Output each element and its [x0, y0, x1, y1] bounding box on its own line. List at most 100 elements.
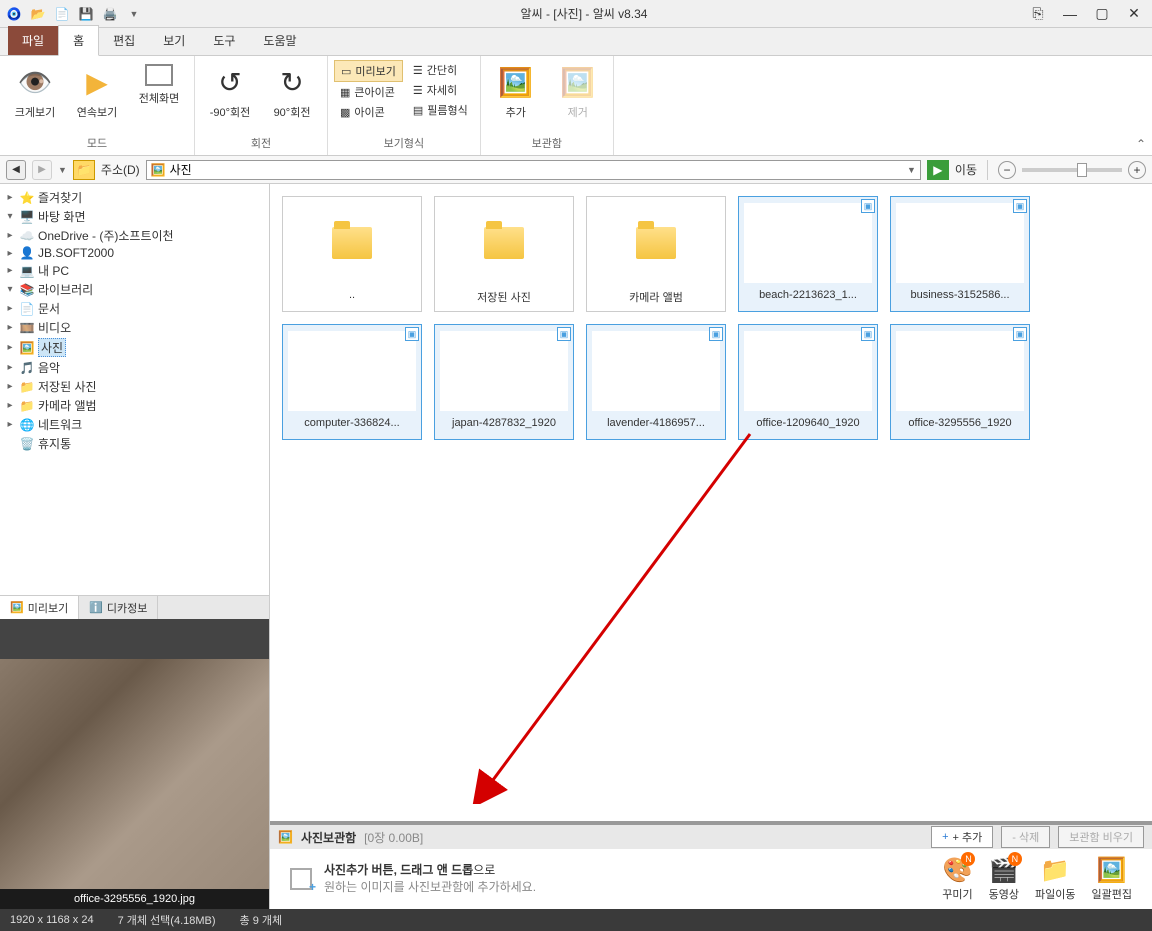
tree-favorites[interactable]: ▸⭐즐겨찾기	[4, 188, 265, 207]
detail-icon: ☰	[413, 84, 423, 97]
basket-icon: 🖼️	[278, 830, 293, 844]
thumb-saved[interactable]: 저장된 사진	[434, 196, 574, 312]
tab-file[interactable]: 파일	[8, 26, 58, 55]
add-image-icon	[290, 868, 312, 890]
info-icon: ℹ️	[89, 601, 103, 614]
address-label: 주소(D)	[101, 161, 140, 178]
left-column: ▸⭐즐겨찾기 ▾🖥️바탕 화면 ▸☁️OneDrive - (주)소프트이천 ▸…	[0, 184, 270, 909]
image-badge-icon: ▣	[405, 327, 419, 341]
tab-tool[interactable]: 도구	[199, 26, 249, 55]
collapse-ribbon-icon[interactable]: ⌃	[1136, 137, 1146, 151]
status-selection: 7 개체 선택(4.18MB)	[118, 912, 216, 928]
view-preview[interactable]: ▭미리보기	[334, 60, 403, 82]
list-icon: ☰	[413, 64, 423, 77]
go-button[interactable]: ▶	[927, 160, 949, 180]
nav-up-button[interactable]: 📁	[73, 160, 95, 180]
view-icon[interactable]: ▩아이콘	[334, 102, 403, 122]
image-badge-icon: ▣	[861, 199, 875, 213]
qat-dropdown-icon[interactable]: ▼	[124, 4, 144, 24]
address-dropdown-icon[interactable]: ▼	[907, 165, 916, 175]
tree-library[interactable]: ▾📚라이브러리	[4, 280, 265, 299]
thumb-beach[interactable]: ▣beach-2213623_1...	[738, 196, 878, 312]
big-view-button[interactable]: 👁️크게보기	[6, 60, 64, 133]
folder-move-icon: 📁	[1041, 856, 1069, 884]
nav-history-dropdown[interactable]: ▼	[58, 165, 67, 175]
image-badge-icon: ▣	[1013, 199, 1027, 213]
zoom-slider-thumb[interactable]	[1077, 163, 1087, 177]
address-input[interactable]	[170, 163, 903, 177]
window-title: 알씨 - [사진] - 알씨 v8.34	[144, 5, 1024, 22]
folder-tree[interactable]: ▸⭐즐겨찾기 ▾🖥️바탕 화면 ▸☁️OneDrive - (주)소프트이천 ▸…	[0, 184, 269, 595]
new-icon[interactable]: 📄	[52, 4, 72, 24]
thumbnail-area[interactable]: .. 저장된 사진 카메라 앨범 ▣beach-2213623_1... ▣bu…	[270, 184, 1152, 821]
tree-documents[interactable]: ▸📄문서	[4, 299, 265, 318]
open-icon[interactable]: 📂	[28, 4, 48, 24]
basket-del-btn[interactable]: - 삭제	[1001, 826, 1050, 848]
thumb-lavender[interactable]: ▣lavender-4186957...	[586, 324, 726, 440]
zoom-out-button[interactable]: −	[998, 161, 1016, 179]
tree-photo[interactable]: ▸🖼️사진	[4, 337, 265, 358]
fullscreen-icon	[145, 64, 173, 86]
tab-preview[interactable]: 🖼️미리보기	[0, 596, 79, 619]
tab-home[interactable]: 홈	[58, 25, 99, 56]
print-icon[interactable]: 🖨️	[100, 4, 120, 24]
nav-forward-button[interactable]: ▶	[32, 160, 52, 180]
thumb-up[interactable]: ..	[282, 196, 422, 312]
rotate-ccw-icon: ↺	[212, 64, 248, 100]
thumb-camera[interactable]: 카메라 앨범	[586, 196, 726, 312]
rotate-cw-button[interactable]: ↻90°회전	[263, 60, 321, 133]
image-badge-icon: ▣	[709, 327, 723, 341]
tree-trash[interactable]: 🗑️휴지통	[4, 434, 265, 453]
basket-add-button[interactable]: 🖼️추가	[487, 60, 545, 133]
status-total: 총 9 개체	[240, 912, 283, 928]
tree-pc[interactable]: ▸💻내 PC	[4, 261, 265, 280]
maximize-icon[interactable]: ▢	[1088, 4, 1116, 24]
address-bar: ◀ ▶ ▼ 📁 주소(D) 🖼️ ▼ ▶ 이동 − +	[0, 156, 1152, 184]
tree-video[interactable]: ▸🎞️비디오	[4, 318, 265, 337]
tree-onedrive[interactable]: ▸☁️OneDrive - (주)소프트이천	[4, 226, 265, 245]
save-icon[interactable]: 💾	[76, 4, 96, 24]
basket-title: 사진보관함	[301, 829, 356, 846]
close-icon[interactable]: ✕	[1120, 4, 1148, 24]
clapper-icon: 🎬	[990, 856, 1018, 884]
view-detail[interactable]: ☰자세히	[407, 80, 474, 100]
view-bigicon[interactable]: ▦큰아이콘	[334, 82, 403, 102]
zoom-in-button[interactable]: +	[1128, 161, 1146, 179]
tab-exif[interactable]: ℹ️디카정보	[79, 596, 158, 619]
minimize-icon[interactable]: —	[1056, 4, 1084, 24]
zoom-slider[interactable]	[1022, 168, 1122, 172]
tree-camera[interactable]: ▸📁카메라 앨범	[4, 396, 265, 415]
group-rotate-label: 회전	[201, 133, 321, 151]
action-decorate[interactable]: 🎨꾸미기	[942, 856, 972, 902]
tree-music[interactable]: ▸🎵음악	[4, 358, 265, 377]
continuous-view-button[interactable]: ▶연속보기	[68, 60, 126, 133]
preview-caption: office-3295556_1920.jpg	[0, 889, 269, 909]
tab-edit[interactable]: 편집	[99, 26, 149, 55]
basket-remove-button[interactable]: 🖼️제거	[549, 60, 607, 133]
action-batch[interactable]: 🖼️일괄편집	[1092, 856, 1132, 902]
action-move[interactable]: 📁파일이동	[1035, 856, 1075, 902]
basket-empty-btn[interactable]: 보관함 비우기	[1058, 826, 1144, 848]
view-film[interactable]: ▤필름형식	[407, 100, 474, 120]
tab-help[interactable]: 도움말	[249, 26, 310, 55]
folder-icon: 🖼️	[151, 163, 166, 177]
thumb-computer[interactable]: ▣computer-336824...	[282, 324, 422, 440]
basket-add-btn[interactable]: ++ 추가	[931, 826, 993, 848]
thumb-office1[interactable]: ▣office-1209640_1920	[738, 324, 878, 440]
tree-saved[interactable]: ▸📁저장된 사진	[4, 377, 265, 396]
tree-desktop[interactable]: ▾🖥️바탕 화면	[4, 207, 265, 226]
action-video[interactable]: 🎬동영상	[989, 856, 1019, 902]
pin-icon[interactable]: ⎘	[1024, 4, 1052, 24]
tree-network[interactable]: ▸🌐네트워크	[4, 415, 265, 434]
title-bar: 🧿 📂 📄 💾 🖨️ ▼ 알씨 - [사진] - 알씨 v8.34 ⎘ — ▢ …	[0, 0, 1152, 28]
thumb-business[interactable]: ▣business-3152586...	[890, 196, 1030, 312]
rotate-ccw-button[interactable]: ↺-90°회전	[201, 60, 259, 133]
view-simple[interactable]: ☰간단히	[407, 60, 474, 80]
tab-view[interactable]: 보기	[149, 26, 199, 55]
thumb-japan[interactable]: ▣japan-4287832_1920	[434, 324, 574, 440]
preview-pane: office-3295556_1920.jpg	[0, 619, 269, 909]
tree-user[interactable]: ▸👤JB.SOFT2000	[4, 245, 265, 261]
fullscreen-button[interactable]: 전체화면	[130, 60, 188, 133]
nav-back-button[interactable]: ◀	[6, 160, 26, 180]
thumb-office2[interactable]: ▣office-3295556_1920	[890, 324, 1030, 440]
